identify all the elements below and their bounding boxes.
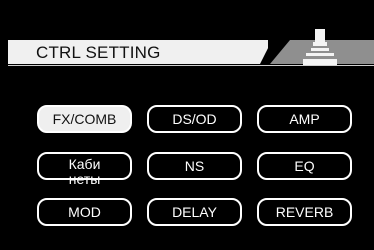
reverb-button-label: REVERB: [275, 204, 334, 220]
ds-od-button-label: DS/OD: [172, 111, 217, 127]
delay-button-label: DELAY: [172, 204, 217, 220]
amp-button[interactable]: AMP: [257, 105, 352, 133]
ns-button-label: NS: [184, 158, 205, 174]
eq-button-label: EQ: [294, 158, 315, 174]
amp-button-label: AMP: [289, 111, 320, 127]
cabinets-button-label: Каби неты: [68, 156, 101, 187]
delay-button[interactable]: DELAY: [147, 198, 242, 226]
reverb-button[interactable]: REVERB: [257, 198, 352, 226]
fx-comb-button-label: FX/COMB: [52, 111, 117, 127]
pedal-device-icon: [303, 29, 337, 65]
ctrl-setting-screen: CTRL SETTING FX/COMB DS/OD AMP Каби неты…: [0, 0, 374, 250]
ns-button[interactable]: NS: [147, 152, 242, 180]
ds-od-button[interactable]: DS/OD: [147, 105, 242, 133]
header-title-panel: CTRL SETTING: [8, 40, 268, 64]
eq-button[interactable]: EQ: [257, 152, 352, 180]
cabinets-button[interactable]: Каби неты: [37, 152, 132, 187]
mod-button-label: MOD: [68, 204, 101, 220]
page-title: CTRL SETTING: [36, 43, 161, 62]
fx-comb-button[interactable]: FX/COMB: [37, 105, 132, 133]
mod-button[interactable]: MOD: [37, 198, 132, 226]
